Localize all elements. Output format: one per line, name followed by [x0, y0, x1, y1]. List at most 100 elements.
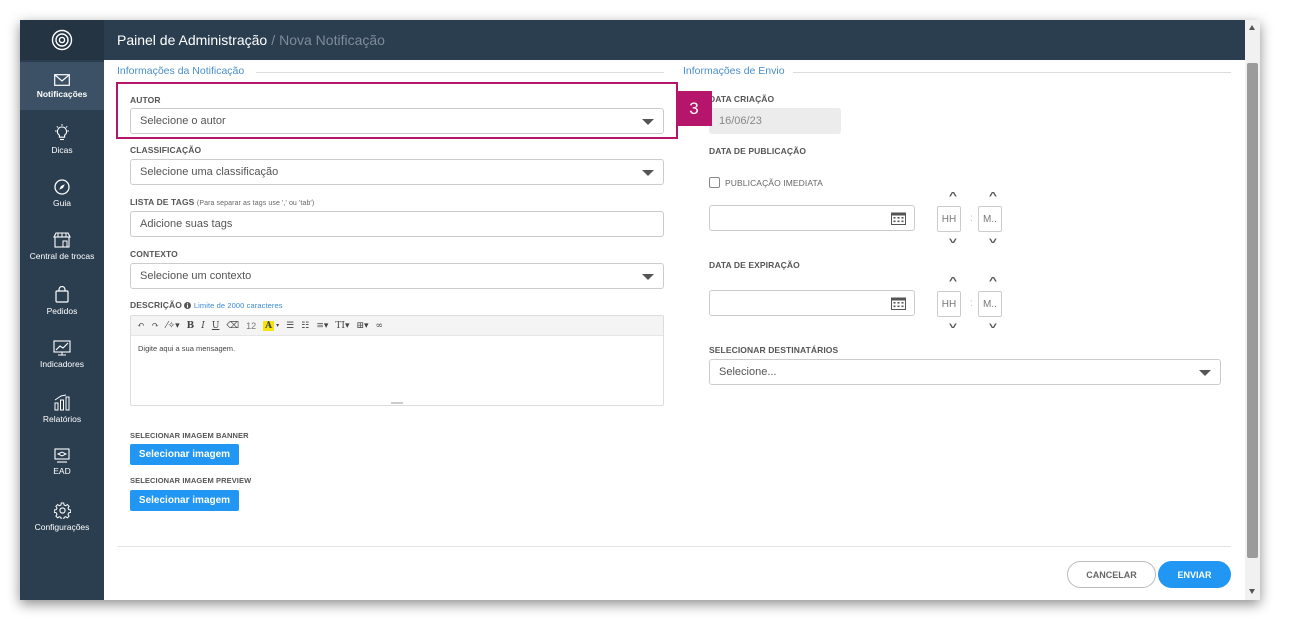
classification-select-value: Selecione uma classificação [140, 166, 279, 178]
section-title-send-info: Informações de Envio [683, 65, 785, 77]
description-label: DESCRIÇÃO Limite de 2000 caracteres [130, 300, 283, 310]
editor-body[interactable]: Digite aqui a sua mensagem. [131, 336, 663, 361]
immediate-publication-checkbox[interactable] [709, 177, 720, 188]
link-icon[interactable]: ∞ [376, 321, 384, 331]
sidebar-item-configuracoes[interactable]: Configurações [20, 502, 104, 532]
ordered-list-icon[interactable]: ☷ [301, 321, 309, 331]
tags-hint: (Para separar as tags use ',' ou 'tab') [196, 200, 315, 207]
italic-icon[interactable]: I [201, 321, 205, 331]
hour-down-icon[interactable]: ^ [949, 233, 957, 244]
vertical-scrollbar[interactable] [1245, 20, 1260, 600]
unordered-list-icon[interactable]: ☰ [286, 321, 294, 331]
banner-label: SELECIONAR IMAGEM BANNER [130, 431, 249, 440]
context-select-value: Selecione um contexto [140, 270, 252, 282]
sidebar-item-label: Configurações [34, 522, 90, 532]
table-icon[interactable]: ⊞▾ [356, 321, 368, 331]
hour-up-icon[interactable]: ^ [949, 276, 957, 287]
chevron-down-icon[interactable]: ▾ [276, 322, 279, 329]
sidebar-item-label: Notificações [36, 89, 88, 99]
expiration-hour-input[interactable]: HH [937, 291, 961, 317]
classification-select[interactable]: Selecione uma classificação [130, 159, 664, 185]
text-color-icon[interactable]: A [263, 320, 275, 331]
gear-icon [53, 502, 71, 519]
time-separator: : [970, 298, 973, 309]
section-title-notification-info: Informações da Notificação [117, 65, 245, 77]
publication-date-label: DATA DE PUBLICAÇÃO [709, 146, 807, 156]
calendar-icon[interactable] [891, 296, 906, 310]
send-button[interactable]: ENVIAR [1158, 561, 1231, 588]
app-window: Notificações Dicas Guia Central de troca… [20, 20, 1260, 600]
align-icon[interactable]: ≡▾ [316, 321, 328, 331]
creation-date-field: 16/06/23 [709, 108, 841, 134]
resize-handle[interactable] [391, 402, 403, 404]
context-select[interactable]: Selecione um contexto [130, 263, 664, 289]
store-icon [53, 232, 71, 248]
publication-minute-input[interactable]: M.. [978, 206, 1002, 232]
select-banner-button[interactable]: Selecionar imagem [130, 444, 239, 465]
recipients-label: SELECIONAR DESTINATÁRIOS [709, 345, 839, 355]
minute-down-icon[interactable]: ^ [989, 318, 997, 329]
scrollbar-thumb[interactable] [1247, 63, 1258, 558]
description-label-text: DESCRIÇÃO [130, 300, 182, 310]
chevron-down-icon [642, 274, 654, 280]
minute-down-icon[interactable]: ^ [989, 233, 997, 244]
classification-label: CLASSIFICAÇÃO [130, 145, 202, 155]
sidebar-item-central-de-trocas[interactable]: Central de trocas [20, 232, 104, 261]
expiration-date-label: DATA DE EXPIRAÇÃO [709, 260, 800, 270]
recipients-select[interactable]: Selecione... [709, 359, 1221, 385]
eraser-icon[interactable]: ⌫ [226, 321, 239, 331]
recipients-select-value: Selecione... [719, 366, 777, 378]
sidebar-item-notificacoes[interactable]: Notificações [20, 62, 104, 110]
calendar-icon[interactable] [891, 211, 906, 225]
font-size-selector[interactable]: 12 [246, 321, 256, 331]
expiration-minute-input[interactable]: M.. [978, 291, 1002, 317]
editor-toolbar: ↶ ↷ ⁄✧▾ B I U ⌫ 12 A ▾ ☰ ☷ ≡▾ TI▾ ⊞▾ ∞ [131, 316, 663, 336]
page-header: Painel de Administração / Nova Notificaç… [104, 20, 1260, 60]
underline-icon[interactable]: U [212, 321, 220, 331]
hour-up-icon[interactable]: ^ [949, 191, 957, 202]
bold-icon[interactable]: B [187, 321, 195, 331]
sidebar-item-label: Central de trocas [29, 251, 95, 261]
publication-hour-input[interactable]: HH [937, 206, 961, 232]
sidebar-item-indicadores[interactable]: Indicadores [20, 340, 104, 369]
report-icon [54, 394, 70, 411]
target-logo-icon[interactable] [20, 20, 104, 60]
chart-icon [53, 340, 71, 356]
text-height-icon[interactable]: TI▾ [335, 321, 349, 331]
scroll-up-icon[interactable] [1249, 25, 1255, 30]
sidebar-item-guia[interactable]: Guia [20, 179, 104, 208]
redo-icon[interactable]: ↷ [152, 321, 160, 331]
sidebar-item-ead[interactable]: EAD [20, 448, 104, 476]
lightbulb-icon [55, 124, 69, 141]
description-editor[interactable]: ↶ ↷ ⁄✧▾ B I U ⌫ 12 A ▾ ☰ ☷ ≡▾ TI▾ ⊞▾ ∞ Di… [130, 315, 664, 406]
sidebar-item-label: EAD [53, 466, 71, 476]
sidebar: Notificações Dicas Guia Central de troca… [20, 20, 104, 600]
elearning-icon [54, 448, 70, 463]
hour-down-icon[interactable]: ^ [949, 318, 957, 329]
page-title: Painel de Administração [117, 32, 268, 48]
cancel-button[interactable]: CANCELAR [1067, 561, 1156, 588]
publication-date-input[interactable] [709, 205, 915, 231]
step-number-badge: 3 [676, 91, 712, 126]
section-divider [793, 72, 1231, 73]
magic-wand-icon[interactable]: ⁄✧▾ [166, 321, 180, 331]
select-preview-button[interactable]: Selecionar imagem [130, 490, 239, 511]
tags-input[interactable]: Adicione suas tags [130, 211, 664, 237]
tags-label-text: LISTA DE TAGS [130, 197, 195, 207]
time-separator: : [970, 213, 973, 224]
undo-icon[interactable]: ↶ [137, 321, 145, 331]
sidebar-item-relatorios[interactable]: Relatórios [20, 394, 104, 424]
tags-input-placeholder: Adicione suas tags [140, 218, 233, 230]
expiration-date-input[interactable] [709, 290, 915, 316]
chevron-down-icon [642, 170, 654, 176]
compass-icon [54, 179, 70, 195]
step-highlight-box [116, 82, 678, 139]
breadcrumb-separator: / [271, 32, 276, 48]
scroll-down-icon[interactable] [1249, 589, 1255, 594]
minute-up-icon[interactable]: ^ [989, 276, 997, 287]
sidebar-item-pedidos[interactable]: Pedidos [20, 286, 104, 316]
sidebar-item-label: Guia [53, 198, 71, 208]
sidebar-item-dicas[interactable]: Dicas [20, 124, 104, 155]
description-limit: Limite de 2000 caracteres [193, 301, 283, 310]
minute-up-icon[interactable]: ^ [989, 191, 997, 202]
